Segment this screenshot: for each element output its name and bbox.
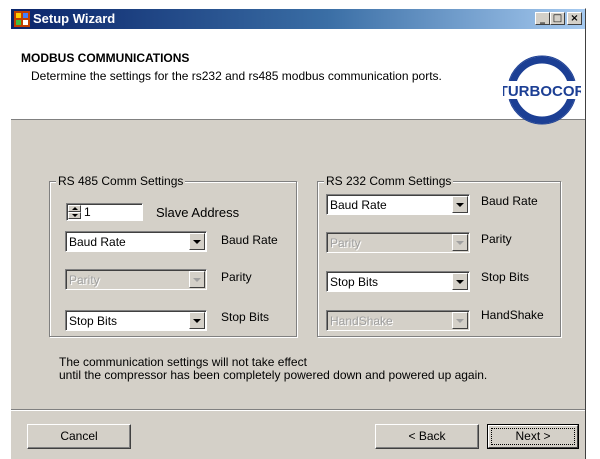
cancel-button[interactable]: Cancel xyxy=(27,424,131,449)
rs232-parity-value: Parity xyxy=(330,236,361,250)
rs485-baud-rate-select[interactable]: Baud Rate xyxy=(65,231,207,252)
rs232-baud-rate-select[interactable]: Baud Rate xyxy=(326,194,470,215)
chevron-down-icon xyxy=(452,312,468,329)
close-button[interactable]: × xyxy=(567,12,582,25)
spin-up-icon[interactable] xyxy=(68,205,81,212)
rs232-group-label: RS 232 Comm Settings xyxy=(324,174,454,188)
rs485-parity-select: Parity xyxy=(65,269,207,290)
chevron-down-icon[interactable] xyxy=(189,233,205,250)
rs232-stop-bits-label: Stop Bits xyxy=(481,270,530,284)
rs485-stop-bits-select[interactable]: Stop Bits xyxy=(65,310,207,331)
rs232-baud-rate-value: Baud Rate xyxy=(330,198,387,212)
spinner-buttons[interactable] xyxy=(68,205,81,219)
rs232-stop-bits-value: Stop Bits xyxy=(330,275,379,289)
slave-address-label: Slave Address xyxy=(156,205,240,220)
page-description: Determine the settings for the rs232 and… xyxy=(31,69,442,83)
wizard-header: MODBUS COMMUNICATIONS Determine the sett… xyxy=(11,29,585,125)
maximize-button[interactable]: □ xyxy=(550,12,565,25)
window-title: Setup Wizard xyxy=(33,11,116,26)
notice-line-2: until the compressor has been completely… xyxy=(59,368,488,382)
rs232-handshake-label: HandShake xyxy=(481,308,544,322)
rs232-parity-select: Parity xyxy=(326,232,470,253)
slave-address-value[interactable]: 1 xyxy=(84,205,91,219)
rs485-parity-label: Parity xyxy=(221,270,252,284)
rs232-handshake-value: HandShake xyxy=(330,314,393,328)
chevron-down-icon[interactable] xyxy=(452,196,468,213)
rs232-parity-label: Parity xyxy=(481,232,512,246)
footer-divider-highlight xyxy=(11,410,585,411)
next-button[interactable]: Next > xyxy=(487,424,579,449)
next-button-label: Next > xyxy=(515,429,551,443)
rs485-parity-value: Parity xyxy=(69,273,100,287)
chevron-down-icon[interactable] xyxy=(452,273,468,290)
app-icon xyxy=(14,11,30,27)
turbocor-logo-icon: TURBOCOR xyxy=(503,55,581,125)
rs232-baud-rate-label: Baud Rate xyxy=(481,194,538,208)
setup-wizard-window: Setup Wizard _ □ × MODBUS COMMUNICATIONS… xyxy=(10,8,586,459)
rs485-baud-rate-label: Baud Rate xyxy=(221,233,278,247)
rs485-group-label: RS 485 Comm Settings xyxy=(56,174,186,188)
chevron-down-icon xyxy=(452,234,468,251)
slave-address-spinner[interactable]: 1 xyxy=(66,203,143,221)
rs485-stop-bits-value: Stop Bits xyxy=(69,314,118,328)
rs232-handshake-select: HandShake xyxy=(326,310,470,331)
title-bar[interactable]: Setup Wizard _ □ × xyxy=(11,9,585,29)
rs232-stop-bits-select[interactable]: Stop Bits xyxy=(326,271,470,292)
rs485-baud-rate-value: Baud Rate xyxy=(69,235,126,249)
spin-down-icon[interactable] xyxy=(68,212,81,219)
minimize-button[interactable]: _ xyxy=(535,12,550,25)
page-title: MODBUS COMMUNICATIONS xyxy=(21,51,190,65)
svg-text:TURBOCOR: TURBOCOR xyxy=(503,83,581,100)
back-button[interactable]: < Back xyxy=(375,424,479,449)
chevron-down-icon xyxy=(189,271,205,288)
chevron-down-icon[interactable] xyxy=(189,312,205,329)
settings-notice: The communication settings will not take… xyxy=(59,356,487,382)
rs485-stop-bits-label: Stop Bits xyxy=(221,310,270,324)
